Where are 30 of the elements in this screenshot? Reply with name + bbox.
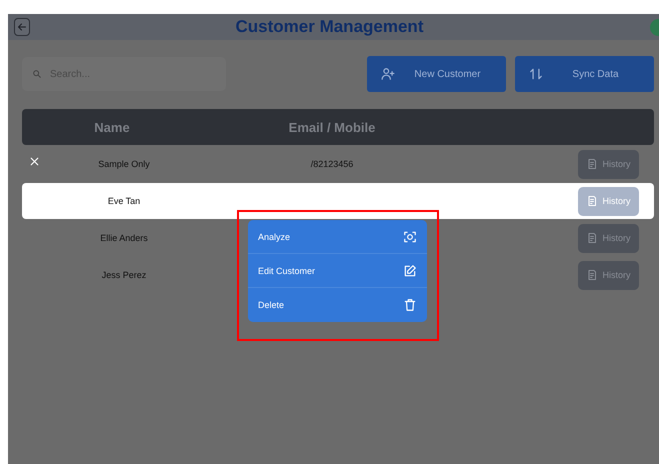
menu-item[interactable]: Delete	[248, 288, 427, 322]
page-title: Customer Management	[234, 17, 424, 37]
document-icon	[586, 269, 598, 281]
new-customer-button[interactable]: New Customer	[367, 56, 506, 92]
selected-row[interactable]: Eve Tan History	[22, 183, 654, 219]
table-cell-text: /82123456	[310, 159, 354, 169]
document-icon	[586, 232, 598, 244]
swap-arrows-icon	[529, 67, 543, 81]
back-button[interactable]	[14, 18, 30, 36]
add-person-icon	[381, 67, 395, 81]
edit-icon	[403, 264, 417, 278]
history-button[interactable]: History	[578, 260, 639, 290]
trash-icon	[403, 298, 417, 312]
scan-icon	[403, 230, 417, 244]
document-icon	[586, 158, 598, 170]
table-cell[interactable]: Ellie Anders	[100, 233, 148, 243]
search-icon	[32, 69, 42, 79]
history-button[interactable]: History	[578, 224, 639, 252]
table-cell[interactable]: Sample Only	[98, 159, 150, 169]
document-icon	[586, 195, 598, 207]
table-cell[interactable]: Eve Tan	[108, 196, 140, 206]
sync-button[interactable]: Sync Data	[515, 56, 654, 92]
back-arrow-icon	[16, 21, 28, 33]
history-button[interactable]: History	[578, 186, 639, 216]
menu-item[interactable]: Edit Customer	[248, 254, 427, 288]
column-header: Email / Mobile	[288, 120, 376, 134]
menu-item[interactable]: Analyze	[248, 220, 427, 254]
column-header: Name	[93, 120, 131, 134]
history-button[interactable]: History	[578, 150, 639, 178]
table-cell[interactable]: Jess Perez	[102, 270, 146, 280]
